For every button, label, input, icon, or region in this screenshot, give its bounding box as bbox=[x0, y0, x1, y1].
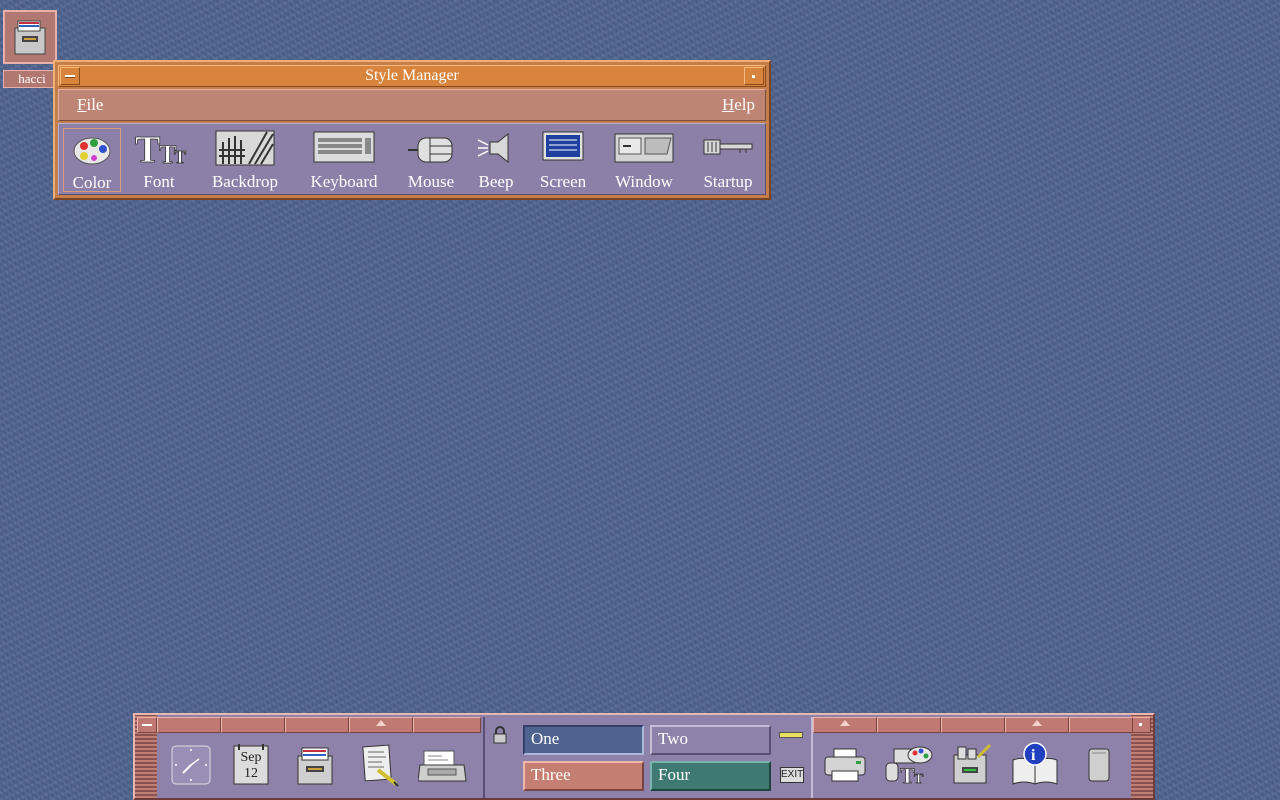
file-manager-button[interactable] bbox=[285, 735, 345, 795]
svg-text:T: T bbox=[900, 763, 915, 787]
subpanel-tab-help[interactable] bbox=[1005, 717, 1069, 733]
trash-can-icon bbox=[1088, 748, 1110, 782]
palette-icon bbox=[73, 137, 111, 165]
trash-button[interactable] bbox=[1069, 735, 1129, 795]
front-panel-menu-button[interactable] bbox=[137, 717, 157, 733]
tool-label: Screen bbox=[539, 172, 587, 191]
workspace-switch: One Two Three Four EXIT bbox=[483, 717, 813, 798]
window-title: Style Manager bbox=[365, 67, 459, 84]
subpanel-arrow-icon bbox=[376, 720, 386, 726]
tool-color[interactable]: Color bbox=[63, 128, 121, 192]
style-tools-panel: Color T T T Font Backdrop Keyboard Mouse… bbox=[58, 123, 766, 195]
subpanel-arrow-icon bbox=[840, 720, 850, 726]
tool-font[interactable]: T T T Font bbox=[127, 128, 191, 192]
menu-help[interactable]: Help bbox=[722, 95, 755, 115]
backdrop-icon bbox=[215, 130, 275, 166]
minimize-button[interactable] bbox=[744, 67, 764, 85]
style-manager-window: Style Manager File Help Color T T T Font… bbox=[53, 60, 771, 200]
window-icon bbox=[614, 133, 674, 163]
application-manager-button[interactable] bbox=[941, 735, 1001, 795]
minimize-icon bbox=[1139, 723, 1142, 726]
printer-button[interactable] bbox=[815, 735, 875, 795]
workspace-label: Four bbox=[658, 765, 691, 784]
calendar-day: 12 bbox=[244, 766, 258, 781]
front-panel-minimize-button[interactable] bbox=[1131, 717, 1151, 733]
workspace-label: Two bbox=[658, 729, 688, 748]
window-menu-icon bbox=[65, 75, 75, 78]
tool-label: Beep bbox=[478, 172, 514, 191]
key-icon bbox=[703, 139, 753, 155]
workspace-four-button[interactable]: Four bbox=[650, 761, 771, 791]
tool-label: Keyboard bbox=[310, 172, 378, 191]
tool-keyboard[interactable]: Keyboard bbox=[301, 128, 387, 192]
minimize-icon bbox=[752, 75, 755, 78]
subpanel-tab-calendar[interactable] bbox=[221, 717, 285, 733]
mouse-icon bbox=[408, 137, 453, 163]
tool-backdrop[interactable]: Backdrop bbox=[202, 128, 288, 192]
exit-label: EXIT bbox=[781, 769, 804, 780]
style-manager-button[interactable]: T T bbox=[879, 735, 939, 795]
calendar-month: Sep bbox=[240, 750, 262, 765]
svg-text:T: T bbox=[135, 130, 160, 170]
window-titlebar[interactable]: Style Manager bbox=[58, 65, 766, 87]
clock-icon bbox=[171, 745, 211, 785]
mail-tray-icon bbox=[418, 750, 467, 782]
text-editor-icon bbox=[362, 744, 399, 787]
tool-startup[interactable]: Startup bbox=[693, 128, 763, 192]
tool-label: Window bbox=[615, 172, 673, 191]
menu-file[interactable]: File bbox=[77, 95, 103, 115]
subpanel-tab-apps[interactable] bbox=[941, 717, 1005, 733]
screen-icon bbox=[542, 131, 584, 161]
file-cabinet-icon bbox=[297, 747, 333, 785]
lock-icon bbox=[493, 726, 507, 744]
workspace-two-button[interactable]: Two bbox=[650, 725, 771, 755]
file-cabinet-icon[interactable] bbox=[3, 10, 57, 64]
subpanel-tab-editor[interactable] bbox=[349, 717, 413, 733]
speaker-icon bbox=[477, 132, 509, 164]
window-menu-button[interactable] bbox=[60, 67, 80, 85]
calendar-button[interactable]: Sep 12 bbox=[221, 735, 281, 795]
tool-mouse[interactable]: Mouse bbox=[399, 128, 463, 192]
subpanel-tab-style[interactable] bbox=[877, 717, 941, 733]
printer-icon bbox=[824, 748, 866, 782]
tool-label: Backdrop bbox=[211, 172, 279, 191]
front-panel: Sep 12 One Two Three Four EXIT T T i bbox=[133, 713, 1155, 800]
tool-label: Startup bbox=[703, 172, 753, 191]
subpanel-arrow-icon bbox=[1032, 720, 1042, 726]
workspace-one-button[interactable]: One bbox=[523, 725, 644, 755]
busy-light-icon bbox=[779, 732, 803, 738]
subpanel-tab-trash[interactable] bbox=[1069, 717, 1133, 733]
workspace-label: One bbox=[531, 729, 560, 748]
menu-bar-icon bbox=[142, 724, 152, 726]
subpanel-tab-files[interactable] bbox=[285, 717, 349, 733]
tool-label: Font bbox=[143, 172, 175, 191]
subpanel-tab-mail[interactable] bbox=[413, 717, 481, 733]
workspace-label: Three bbox=[531, 765, 571, 784]
svg-text:T: T bbox=[174, 147, 186, 167]
text-editor-button[interactable] bbox=[349, 735, 409, 795]
application-manager-icon bbox=[953, 743, 992, 784]
lock-button[interactable] bbox=[491, 725, 509, 745]
clock-button[interactable] bbox=[161, 735, 221, 795]
help-manager-button[interactable]: i bbox=[1005, 735, 1065, 795]
keyboard-icon bbox=[313, 131, 375, 163]
tool-screen[interactable]: Screen bbox=[531, 128, 595, 192]
svg-text:i: i bbox=[1031, 747, 1036, 764]
workspace-three-button[interactable]: Three bbox=[523, 761, 644, 791]
style-manager-icon: T T bbox=[885, 746, 933, 787]
svg-text:T: T bbox=[914, 772, 924, 787]
mailer-button[interactable] bbox=[413, 735, 473, 795]
subpanel-tab-clock[interactable] bbox=[157, 717, 221, 733]
tool-beep[interactable]: Beep bbox=[471, 128, 521, 192]
subpanel-tab-printer[interactable] bbox=[813, 717, 877, 733]
help-book-icon: i bbox=[1012, 742, 1058, 785]
font-icon: T T T bbox=[135, 130, 187, 170]
tool-label: Mouse bbox=[407, 172, 455, 191]
tool-label: Color bbox=[72, 173, 112, 192]
tool-window[interactable]: Window bbox=[605, 128, 683, 192]
menubar: File Help bbox=[58, 89, 766, 121]
exit-button[interactable]: EXIT bbox=[780, 767, 804, 783]
